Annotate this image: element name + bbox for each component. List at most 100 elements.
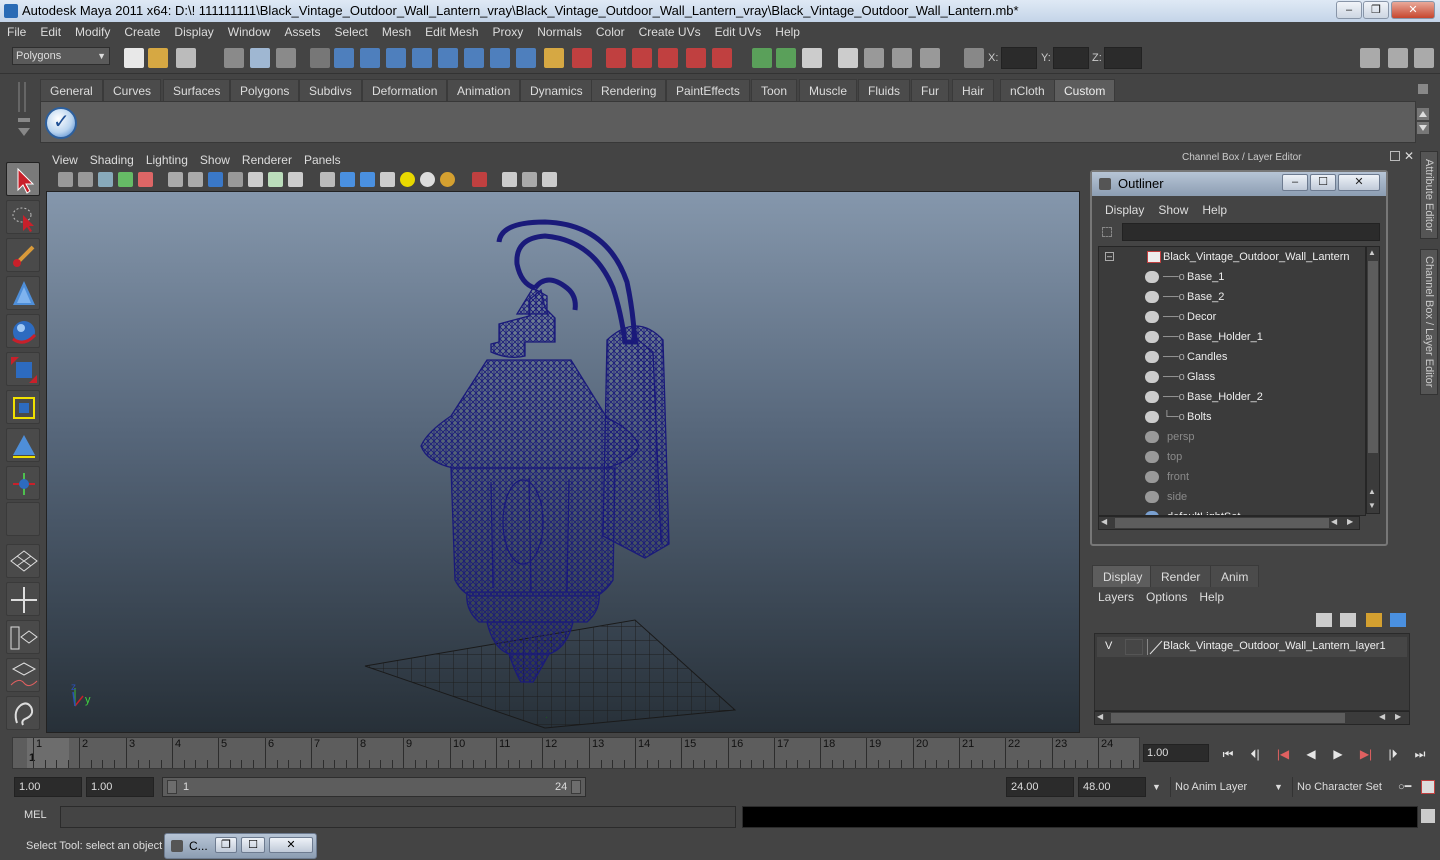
step-back-frame-icon[interactable]: |◀ xyxy=(1273,746,1293,762)
menu-create-uvs[interactable]: Create UVs xyxy=(632,22,708,42)
layer-hscroll-thumb[interactable] xyxy=(1111,713,1345,723)
render-settings-icon[interactable] xyxy=(658,48,678,68)
toggle-tool-settings-icon[interactable] xyxy=(1388,48,1408,68)
shadows-icon[interactable] xyxy=(420,172,435,187)
shelf-tab-dynamics[interactable]: Dynamics xyxy=(520,79,593,101)
minimized-maximize-icon[interactable]: ☐ xyxy=(241,837,265,853)
shelf-tab-deformation[interactable]: Deformation xyxy=(362,79,448,101)
shelf-tab-general[interactable]: General xyxy=(40,79,103,101)
step-forward-key-icon[interactable]: |⏵ xyxy=(1383,746,1403,762)
viewport-menu-show[interactable]: Show xyxy=(194,151,236,169)
layer-tab-display[interactable]: Display xyxy=(1092,565,1154,587)
layer-visibility-toggle[interactable]: V xyxy=(1105,640,1112,652)
shelf-tab-curves[interactable]: Curves xyxy=(103,79,162,101)
high-quality-icon[interactable] xyxy=(440,172,455,187)
attribute-editor-tab[interactable]: Attribute Editor xyxy=(1420,151,1438,239)
minimized-restore-icon[interactable]: ❐ xyxy=(215,837,237,853)
mel-input[interactable] xyxy=(60,806,736,828)
channel-box-tab[interactable]: Channel Box / Layer Editor xyxy=(1420,249,1438,395)
gate-mask-icon[interactable] xyxy=(228,172,243,187)
outliner-child-item[interactable]: └─o Bolts xyxy=(1099,407,1363,427)
menu-select[interactable]: Select xyxy=(327,22,374,42)
y-field[interactable] xyxy=(1053,47,1089,69)
character-set-selector[interactable]: No Character Set xyxy=(1292,777,1392,797)
persp-outliner-layout-icon[interactable] xyxy=(6,620,40,654)
menu-edit[interactable]: Edit xyxy=(33,22,68,42)
select-by-object-icon[interactable] xyxy=(250,48,270,68)
outliner-set-item[interactable]: defaultLightSet xyxy=(1099,507,1363,515)
float-panel-icon[interactable] xyxy=(1390,151,1400,161)
step-forward-frame-icon[interactable]: ▶| xyxy=(1356,746,1376,762)
graph-editor-icon[interactable] xyxy=(920,48,940,68)
film-gate-icon[interactable] xyxy=(188,172,203,187)
field-chart-icon[interactable] xyxy=(248,172,263,187)
outliner-scroll-thumb[interactable] xyxy=(1368,261,1378,453)
snap-grid-icon[interactable] xyxy=(334,48,354,68)
image-plane-icon[interactable] xyxy=(118,172,133,187)
minimize-button[interactable]: – xyxy=(1336,1,1362,19)
smooth-shade-icon[interactable] xyxy=(340,172,355,187)
shelf-tab-surfaces[interactable]: Surfaces xyxy=(163,79,231,101)
scroll-right-icon[interactable]: ▶ xyxy=(1347,517,1353,526)
move-layer-up-icon[interactable] xyxy=(1316,613,1332,627)
outliner-close-button[interactable]: ✕ xyxy=(1338,174,1380,191)
anim-layer-selector[interactable]: No Anim Layer xyxy=(1170,777,1270,797)
close-button[interactable]: ✕ xyxy=(1391,1,1435,19)
bookmarks-icon[interactable] xyxy=(98,172,113,187)
hypershade-icon[interactable] xyxy=(686,48,706,68)
open-scene-icon[interactable] xyxy=(148,48,168,68)
layer-menu-layers[interactable]: Layers xyxy=(1092,588,1140,606)
selection-highlight-icon[interactable] xyxy=(572,48,592,68)
snap-point-icon[interactable] xyxy=(386,48,406,68)
mask-icon[interactable] xyxy=(310,48,330,68)
absolute-transform-icon[interactable] xyxy=(964,48,984,68)
outliner-maximize-button[interactable]: ☐ xyxy=(1310,174,1336,191)
last-tool-used-icon[interactable] xyxy=(6,502,40,536)
outliner-hscroll-thumb[interactable] xyxy=(1115,518,1329,528)
shelf-tab-polygons[interactable]: Polygons xyxy=(230,79,300,101)
scale-tool-icon[interactable] xyxy=(6,352,40,386)
menu-edit-uvs[interactable]: Edit UVs xyxy=(708,22,769,42)
viewport-menu-panels[interactable]: Panels xyxy=(298,151,347,169)
render-view-icon[interactable] xyxy=(712,48,732,68)
layer-horizontal-scrollbar[interactable]: ◀ ◀ ▶ xyxy=(1094,711,1410,725)
layer-tab-render[interactable]: Render xyxy=(1150,565,1212,587)
shelf-tab-ncloth[interactable]: nCloth xyxy=(1000,79,1055,101)
move-tool-icon[interactable] xyxy=(6,276,40,310)
z-field[interactable] xyxy=(1104,47,1142,69)
minimized-window[interactable]: C... ❐ ☐ ✕ xyxy=(164,833,317,859)
outliner-title-bar[interactable]: Outliner – ☐ ✕ xyxy=(1092,172,1386,196)
outliner-child-item[interactable]: ──o Base_1 xyxy=(1099,267,1363,287)
shelf-tab-animation[interactable]: Animation xyxy=(447,79,521,101)
four-view-layout-icon[interactable] xyxy=(6,582,40,616)
select-by-hierarchy-icon[interactable] xyxy=(224,48,244,68)
render-layer-icon[interactable] xyxy=(864,48,884,68)
range-end-handle[interactable] xyxy=(571,780,581,794)
scroll-left-icon[interactable]: ◀ xyxy=(1101,517,1107,526)
layer-menu-options[interactable]: Options xyxy=(1140,588,1193,606)
script-editor-icon[interactable] xyxy=(892,48,912,68)
outliner-child-item[interactable]: ──o Glass xyxy=(1099,367,1363,387)
outliner-camera-item[interactable]: persp xyxy=(1099,427,1363,447)
menu-window[interactable]: Window xyxy=(221,22,278,42)
shelf-tab-rendering[interactable]: Rendering xyxy=(591,79,667,101)
outliner-child-item[interactable]: ──o Base_Holder_2 xyxy=(1099,387,1363,407)
outliner-child-item[interactable]: ──o Base_Holder_1 xyxy=(1099,327,1363,347)
shelf-tab-toon[interactable]: Toon xyxy=(751,79,798,101)
viewport-menu-view[interactable]: View xyxy=(46,151,84,169)
history-icon[interactable] xyxy=(464,48,484,68)
make-live-icon[interactable] xyxy=(438,48,458,68)
layer-tab-anim[interactable]: Anim xyxy=(1210,565,1260,587)
construction-icon[interactable] xyxy=(490,48,510,68)
menu-color[interactable]: Color xyxy=(589,22,632,42)
viewport-menu-shading[interactable]: Shading xyxy=(84,151,140,169)
menu-edit-mesh[interactable]: Edit Mesh xyxy=(418,22,485,42)
outliner-root-item[interactable]: – Black_Vintage_Outdoor_Wall_Lantern xyxy=(1099,247,1363,267)
scroll-left-icon[interactable]: ◀ xyxy=(1379,712,1385,721)
menu-proxy[interactable]: Proxy xyxy=(486,22,531,42)
safe-title-icon[interactable] xyxy=(288,172,303,187)
snap-view-plane-icon[interactable] xyxy=(412,48,432,68)
xray-joints-icon[interactable] xyxy=(522,172,537,187)
current-frame-field[interactable]: 1.00 xyxy=(1143,744,1209,762)
shelf-handle-icon[interactable] xyxy=(14,80,34,140)
